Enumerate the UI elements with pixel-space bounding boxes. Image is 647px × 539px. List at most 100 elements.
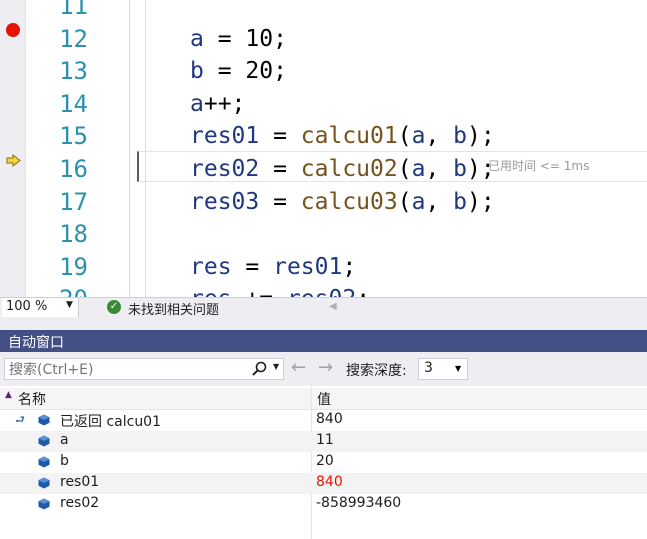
variable-value[interactable]: 840: [316, 411, 343, 427]
code-token: 10: [245, 25, 274, 52]
code-token: (: [397, 123, 412, 150]
variable-value[interactable]: 11: [316, 432, 334, 448]
code-line[interactable]: 20 res += res02;: [0, 283, 647, 297]
breakpoint-icon[interactable]: [6, 23, 20, 37]
variable-name: res01: [60, 474, 100, 490]
code-token: a: [190, 90, 204, 117]
forward-arrow-icon[interactable]: →: [318, 357, 333, 378]
code-token: res: [190, 253, 232, 280]
code-line[interactable]: 11: [0, 0, 647, 23]
code-text[interactable]: b = 20;: [190, 55, 287, 88]
code-line[interactable]: 19 res = res01;: [0, 251, 647, 284]
code-text[interactable]: res = res01;: [190, 251, 356, 284]
table-row[interactable]: res01 840: [0, 473, 647, 494]
variable-icon: [38, 414, 50, 426]
code-token: ,: [425, 156, 454, 182]
variable-icon: [38, 456, 50, 468]
code-token: +=: [232, 286, 287, 297]
zoom-value: 100 %: [6, 299, 48, 314]
scroll-left-icon[interactable]: ◀: [329, 301, 337, 312]
code-text[interactable]: res01 = calcu01(a, b);: [190, 120, 495, 153]
code-token: res01: [273, 253, 343, 280]
search-icon[interactable]: [251, 361, 267, 377]
code-token: ,: [425, 123, 454, 150]
window-splitter[interactable]: [0, 317, 647, 324]
code-token: calcu03: [300, 188, 398, 215]
code-text[interactable]: a++;: [190, 88, 245, 121]
code-token: a: [411, 156, 426, 182]
code-text[interactable]: a = 10;: [190, 23, 287, 56]
depth-select[interactable]: 3 ▼: [418, 358, 468, 380]
code-token: =: [259, 123, 301, 150]
code-text[interactable]: res += res02;: [190, 283, 370, 297]
line-number: 19: [59, 252, 88, 281]
code-editor[interactable]: 11 12 a = 10; 13 b = 20; 14 a++; 15 res01 = calc…: [0, 0, 647, 297]
code-line[interactable]: 12 a = 10;: [0, 23, 647, 56]
variable-value[interactable]: 840: [316, 474, 343, 490]
code-line[interactable]: 17 res03 = calcu03(a, b);: [0, 186, 647, 219]
code-token: =: [203, 25, 246, 52]
code-token: ++;: [203, 90, 246, 117]
search-input[interactable]: [5, 359, 247, 381]
code-token: =: [203, 58, 246, 85]
code-token: res: [190, 286, 232, 297]
code-token: ;: [273, 58, 287, 85]
line-number: 15: [59, 122, 88, 151]
zoom-dropdown[interactable]: 100 % ▼: [2, 298, 79, 317]
variable-name: b: [60, 453, 69, 469]
line-number: 18: [59, 220, 88, 249]
code-line[interactable]: 15 res01 = calcu01(a, b);: [0, 120, 647, 153]
table-row[interactable]: b 20: [0, 452, 647, 473]
table-row[interactable]: a 11: [0, 431, 647, 452]
code-line[interactable]: 13 b = 20;: [0, 55, 647, 88]
table-row[interactable]: res02 -858993460: [0, 494, 647, 515]
autos-title: 自动窗口: [8, 335, 64, 351]
code-token: );: [467, 188, 495, 215]
code-token: calcu02: [300, 156, 398, 182]
sort-icon[interactable]: ▲: [5, 390, 12, 400]
code-text[interactable]: res02 = calcu02(a, b);: [190, 153, 495, 186]
table-row[interactable]: ⮐ 已返回 calcu01 840: [0, 410, 647, 431]
variable-value[interactable]: 20: [316, 453, 334, 469]
line-number: 11: [59, 0, 88, 20]
line-number: 14: [59, 89, 88, 118]
editor-status-bar: 100 % ▼ ✓ 未找到相关问题 ◀: [0, 297, 647, 318]
check-circle-icon[interactable]: ✓: [107, 300, 121, 314]
chevron-down-icon: ▼: [66, 300, 73, 310]
return-value-icon: ⮐: [15, 413, 25, 426]
code-token: 20: [245, 58, 274, 85]
code-token: ;: [356, 286, 370, 297]
line-number: 12: [59, 24, 88, 53]
perf-tip: 已用时间 <= 1ms: [488, 159, 590, 173]
chevron-down-icon[interactable]: ▼: [273, 362, 279, 371]
code-token: calcu01: [300, 123, 398, 150]
arrow-icon: [6, 154, 21, 167]
variable-icon: [38, 498, 50, 510]
autos-toolbar: ▼ ← → 搜索深度: 3 ▼: [0, 352, 647, 386]
depth-label: 搜索深度:: [346, 363, 407, 379]
code-token: res02: [287, 286, 356, 297]
back-arrow-icon[interactable]: ←: [291, 357, 306, 378]
autos-grid: ▲ 名称 值 ⮐ 已返回 calcu01 840 a 11 b 20 res01 840 res0…: [0, 386, 647, 539]
depth-value: 3: [424, 360, 433, 376]
code-token: b: [190, 58, 204, 85]
code-token: a: [411, 188, 426, 215]
variable-name: a: [60, 432, 69, 448]
issues-status[interactable]: 未找到相关问题: [128, 299, 219, 318]
search-box[interactable]: ▼: [4, 358, 284, 381]
line-number: 17: [59, 187, 88, 216]
column-header-name[interactable]: 名称: [18, 389, 46, 409]
variable-name: res02: [60, 495, 100, 511]
column-header-value[interactable]: 值: [317, 389, 331, 409]
code-line[interactable]: 18: [0, 218, 647, 251]
code-text[interactable]: res03 = calcu03(a, b);: [190, 186, 495, 219]
autos-window: 自动窗口 ▼ ← → 搜索深度: 3 ▼ ▲ 名称 值 ⮐ 已返回 calcu01…: [0, 317, 647, 539]
line-number: 13: [59, 57, 88, 86]
code-token: (: [397, 156, 412, 182]
code-token: a: [190, 25, 204, 52]
autos-title-bar[interactable]: 自动窗口: [0, 330, 647, 352]
code-line[interactable]: 14 a++;: [0, 88, 647, 121]
code-token: res01: [190, 123, 260, 150]
variable-value[interactable]: -858993460: [316, 495, 401, 511]
code-token: a: [411, 123, 426, 150]
